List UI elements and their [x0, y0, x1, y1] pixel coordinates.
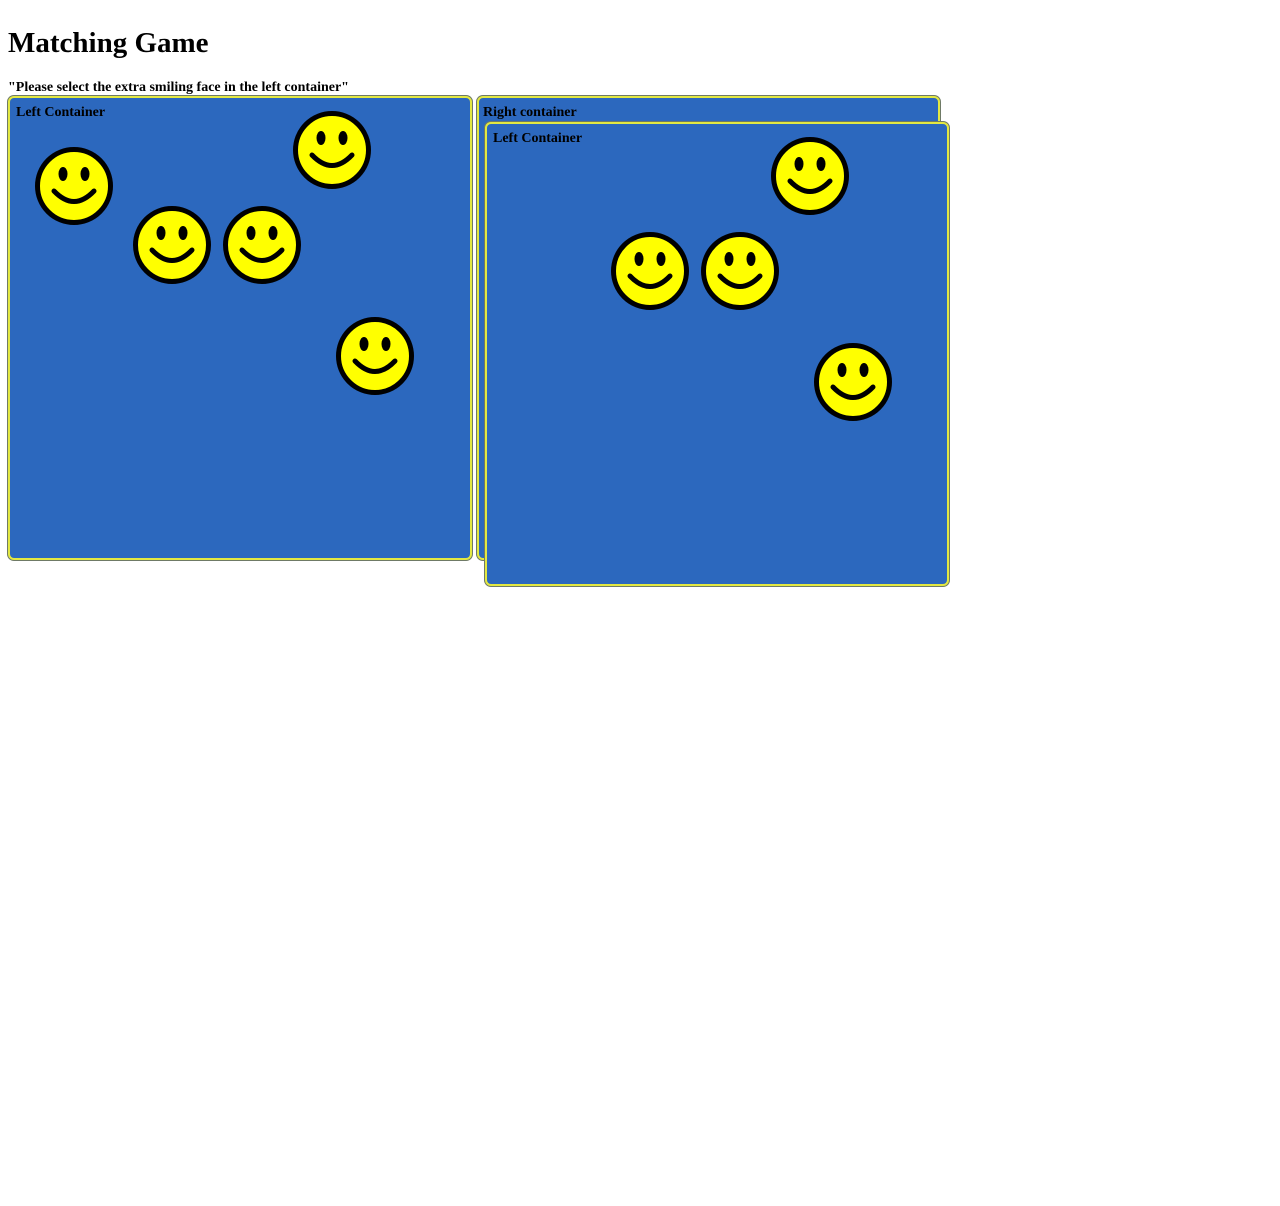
- right-inner-container[interactable]: Left Container: [485, 122, 949, 586]
- left-container[interactable]: Left Container: [8, 96, 472, 560]
- smiley-face-icon[interactable]: [222, 205, 302, 285]
- smiley-face-icon[interactable]: [292, 110, 372, 190]
- right-inner-container-label: Left Container: [493, 131, 583, 146]
- smiley-face-icon[interactable]: [700, 231, 780, 311]
- smiley-face-icon[interactable]: [770, 136, 850, 216]
- smiley-face-icon[interactable]: [610, 231, 690, 311]
- instruction-text: "Please select the extra smiling face in…: [8, 80, 349, 95]
- smiley-face-icon[interactable]: [813, 342, 893, 422]
- smiley-face-icon[interactable]: [132, 205, 212, 285]
- smiley-face-icon[interactable]: [34, 146, 114, 226]
- page-title: Matching Game: [8, 27, 209, 59]
- left-container-label: Left Container: [16, 105, 106, 120]
- right-container-label: Right container: [483, 105, 577, 120]
- smiley-face-icon[interactable]: [335, 316, 415, 396]
